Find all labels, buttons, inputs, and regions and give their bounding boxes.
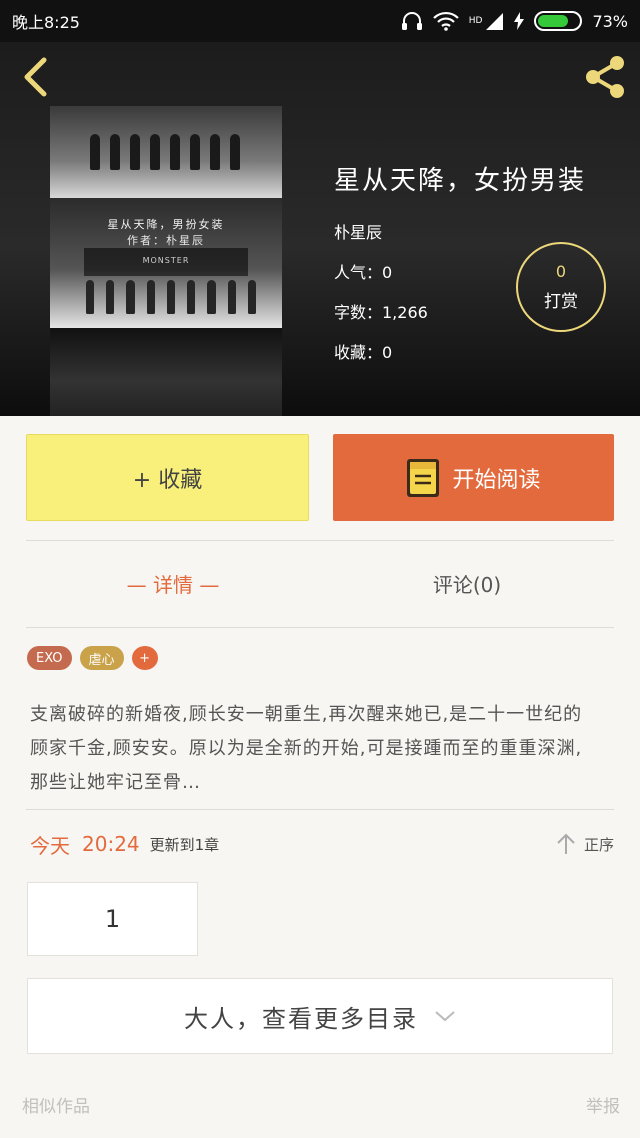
chapter-item[interactable]: 1	[27, 882, 198, 956]
wifi-icon	[432, 11, 459, 31]
tag-list: EXO 虐心 +	[27, 646, 158, 670]
report-link[interactable]: 举报	[586, 1092, 620, 1117]
sort-order-button[interactable]: 正序	[556, 832, 614, 856]
tip-count: 0	[555, 262, 567, 281]
status-bar: 晚上8:25 HD 73%	[0, 0, 640, 42]
more-catalog-label: 大人，查看更多目录	[184, 1004, 418, 1033]
sort-order-label: 正序	[583, 835, 614, 854]
chevron-down-icon	[435, 1011, 455, 1022]
headphones-icon	[401, 11, 423, 31]
tip-button[interactable]: 0 打赏	[516, 242, 606, 332]
tab-details[interactable]: — 详情 —	[26, 560, 320, 606]
update-status: 更新到1章	[149, 835, 220, 854]
cover-author: 作者：朴星辰	[127, 234, 205, 247]
similar-works-heading: 相似作品	[22, 1097, 90, 1117]
update-day: 今天	[30, 833, 70, 858]
battery-icon	[534, 11, 583, 31]
add-tag-button[interactable]: +	[131, 646, 158, 670]
arrow-up-icon	[557, 833, 575, 854]
network-type: HD	[468, 15, 483, 26]
divider	[26, 540, 614, 541]
chevron-left-icon	[24, 57, 47, 97]
cover-caption: MONSTER	[142, 256, 190, 265]
cover-figures	[90, 124, 240, 170]
book-icon	[406, 458, 440, 498]
tag-xuexin[interactable]: 虐心	[79, 646, 124, 670]
status-icons: HD 73%	[401, 11, 628, 31]
charging-icon	[514, 12, 525, 30]
cover-figures	[86, 274, 256, 314]
book-header: 星从天降，男扮女装 作者：朴星辰 MONSTER 星从天降，女扮男装 朴星辰 人…	[0, 42, 640, 416]
tab-comments[interactable]: 评论(0)	[320, 560, 614, 606]
tip-label: 打赏	[544, 292, 578, 312]
favorites-stat: 收藏：0	[334, 343, 393, 362]
start-reading-button[interactable]: 开始阅读	[333, 434, 614, 521]
tag-exo[interactable]: EXO	[27, 646, 72, 670]
divider	[26, 809, 614, 810]
cell-signal-icon: HD	[469, 11, 505, 31]
share-icon	[586, 56, 624, 98]
book-title: 星从天降，女扮男装	[334, 166, 587, 196]
update-row: 今天 20:24 更新到1章 正序	[30, 826, 614, 862]
back-button[interactable]	[12, 54, 58, 100]
cover-title: 星从天降，男扮女装	[107, 218, 225, 231]
start-reading-label: 开始阅读	[452, 467, 541, 493]
collect-button[interactable]: + 收藏	[26, 434, 309, 521]
battery-fill	[538, 15, 568, 27]
collect-label: + 收藏	[132, 467, 203, 493]
more-catalog-button[interactable]: 大人，查看更多目录	[27, 978, 613, 1054]
cover-band	[50, 328, 282, 416]
divider	[26, 627, 614, 628]
status-time: 晚上8:25	[12, 13, 80, 32]
share-button[interactable]	[580, 52, 630, 102]
book-synopsis[interactable]: 支离破碎的新婚夜,顾长安一朝重生,再次醒来她已,是二十一世纪的顾家千金,顾安安。…	[30, 698, 600, 800]
book-cover[interactable]: 星从天降，男扮女装 作者：朴星辰 MONSTER	[50, 106, 282, 416]
battery-percent: 73%	[592, 11, 628, 31]
update-time: 20:24	[82, 832, 140, 856]
book-author[interactable]: 朴星辰	[334, 219, 586, 243]
